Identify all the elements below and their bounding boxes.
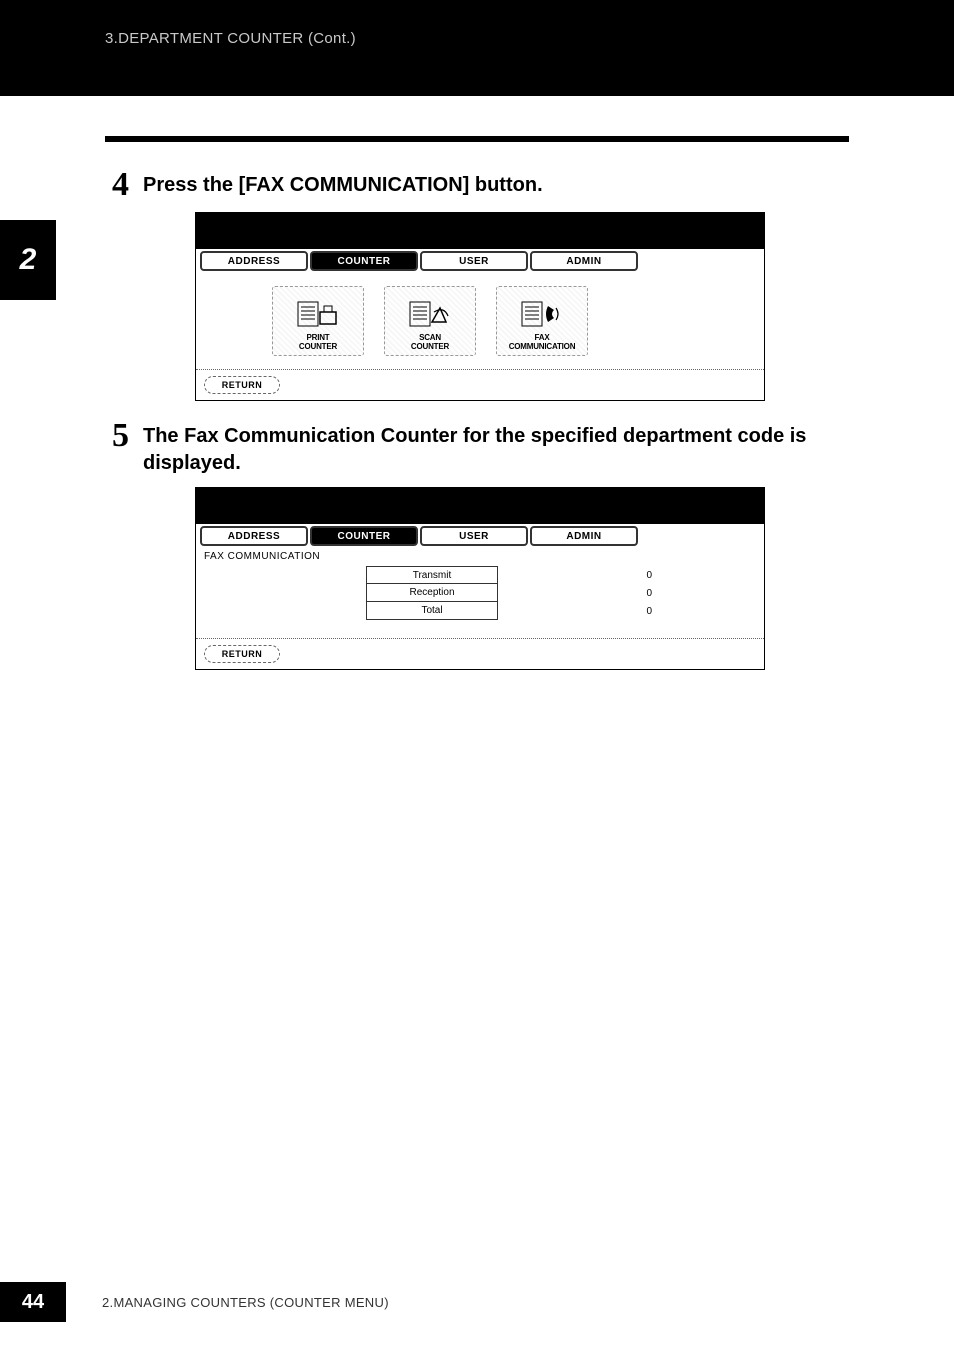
screenshot-step5: ADDRESS COUNTER USER ADMIN FAX COMMUNICA… — [195, 487, 765, 670]
step-number-5: 5 — [105, 419, 129, 453]
tab-counter[interactable]: COUNTER — [310, 251, 418, 271]
scan-counter-icon — [408, 298, 452, 332]
tab-user[interactable]: USER — [420, 251, 528, 271]
tab-address[interactable]: ADDRESS — [200, 251, 308, 271]
fax-comm-title: FAX COMMUNICATION — [196, 548, 764, 562]
print-counter-icon — [296, 298, 340, 332]
step-text-4: Press the [FAX COMMUNICATION] button. — [143, 172, 543, 199]
scan-counter-button[interactable]: SCANCOUNTER — [384, 286, 476, 356]
row-value-total: 0 — [556, 606, 652, 617]
fax-communication-icon — [520, 298, 564, 332]
step-number-4: 4 — [105, 168, 129, 202]
return-button[interactable]: RETURN — [204, 376, 280, 394]
row-label-total: Total — [366, 602, 498, 620]
row-value-transmit: 0 — [556, 570, 652, 581]
footer-text: 2.MANAGING COUNTERS (COUNTER MENU) — [102, 1295, 389, 1310]
tab-address[interactable]: ADDRESS — [200, 526, 308, 546]
fax-communication-button[interactable]: FAXCOMMUNICATION — [496, 286, 588, 356]
screenshot-step4: ADDRESS COUNTER USER ADMIN PRINTCOUNTER — [195, 212, 765, 401]
icon-label: PRINTCOUNTER — [299, 334, 337, 351]
page-number: 44 — [0, 1282, 66, 1322]
tab-admin[interactable]: ADMIN — [530, 251, 638, 271]
row-label-transmit: Transmit — [366, 566, 498, 584]
tab-counter[interactable]: COUNTER — [310, 526, 418, 546]
chapter-tab: 2 — [0, 220, 56, 300]
breadcrumb: 3.DEPARTMENT COUNTER (Cont.) — [105, 30, 356, 47]
icon-label: FAXCOMMUNICATION — [509, 334, 576, 351]
return-button[interactable]: RETURN — [204, 645, 280, 663]
tab-user[interactable]: USER — [420, 526, 528, 546]
icon-label: SCANCOUNTER — [411, 334, 449, 351]
tab-admin[interactable]: ADMIN — [530, 526, 638, 546]
row-value-reception: 0 — [556, 588, 652, 599]
step-text-5: The Fax Communication Counter for the sp… — [143, 423, 849, 477]
print-counter-button[interactable]: PRINTCOUNTER — [272, 286, 364, 356]
row-label-reception: Reception — [366, 584, 498, 602]
